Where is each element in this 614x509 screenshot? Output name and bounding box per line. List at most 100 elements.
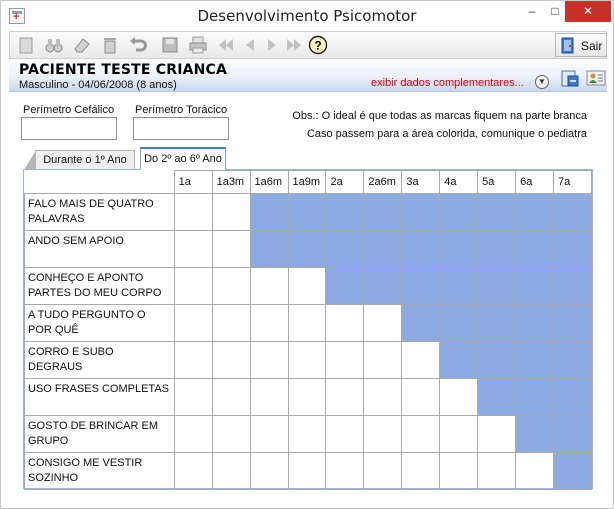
milestone-cell[interactable] xyxy=(173,267,213,305)
milestone-cell[interactable] xyxy=(249,452,289,490)
minimize-button[interactable]: – xyxy=(519,1,545,22)
milestone-cell[interactable] xyxy=(249,378,289,416)
milestone-cell[interactable] xyxy=(211,415,251,453)
milestone-cell[interactable] xyxy=(287,452,327,490)
patient-profile-icon[interactable] xyxy=(586,68,606,88)
milestone-cell-colored[interactable] xyxy=(249,230,289,268)
milestone-cell[interactable] xyxy=(325,304,365,342)
exit-button[interactable]: Sair xyxy=(555,33,607,57)
chevron-down-icon[interactable]: ▼ xyxy=(535,75,549,89)
milestone-cell-colored[interactable] xyxy=(439,304,479,342)
next-icon[interactable] xyxy=(262,35,282,55)
extra-data-link[interactable]: exibir dados complementares... xyxy=(371,77,524,89)
milestone-cell[interactable] xyxy=(249,267,289,305)
milestone-cell[interactable] xyxy=(211,378,251,416)
milestone-cell[interactable] xyxy=(211,230,251,268)
milestone-cell-colored[interactable] xyxy=(325,230,365,268)
milestone-cell-colored[interactable] xyxy=(515,267,554,305)
print-icon[interactable] xyxy=(188,35,208,55)
milestone-cell-colored[interactable] xyxy=(287,230,327,268)
milestone-cell[interactable] xyxy=(439,452,479,490)
binoculars-icon[interactable] xyxy=(44,35,64,55)
milestone-cell-colored[interactable] xyxy=(401,193,441,231)
milestone-cell-colored[interactable] xyxy=(325,267,365,305)
milestone-cell[interactable] xyxy=(211,341,251,379)
milestone-cell-colored[interactable] xyxy=(363,230,403,268)
head-circumference-input[interactable] xyxy=(21,117,117,140)
milestone-cell[interactable] xyxy=(173,341,213,379)
milestone-cell-colored[interactable] xyxy=(552,193,593,231)
close-button[interactable]: ✕ xyxy=(565,1,611,22)
milestone-cell-colored[interactable] xyxy=(515,230,554,268)
last-icon[interactable] xyxy=(284,35,304,55)
milestone-cell-colored[interactable] xyxy=(477,304,517,342)
milestone-cell[interactable] xyxy=(287,415,327,453)
milestone-cell-colored[interactable] xyxy=(477,378,517,416)
milestone-cell[interactable] xyxy=(401,341,441,379)
prev-icon[interactable] xyxy=(240,35,260,55)
milestone-cell-colored[interactable] xyxy=(363,193,403,231)
milestone-cell[interactable] xyxy=(249,415,289,453)
milestone-cell[interactable] xyxy=(363,452,403,490)
milestone-cell-colored[interactable] xyxy=(477,230,517,268)
new-icon[interactable] xyxy=(16,35,36,55)
milestone-cell-colored[interactable] xyxy=(287,193,327,231)
chest-circumference-input[interactable] xyxy=(133,117,229,140)
milestone-cell[interactable] xyxy=(173,193,213,231)
milestone-cell[interactable] xyxy=(287,267,327,305)
milestone-cell[interactable] xyxy=(173,378,213,416)
milestone-cell[interactable] xyxy=(325,415,365,453)
milestone-cell-colored[interactable] xyxy=(439,230,479,268)
milestone-cell-colored[interactable] xyxy=(325,193,365,231)
milestone-cell-colored[interactable] xyxy=(552,341,593,379)
milestone-cell-colored[interactable] xyxy=(552,415,593,453)
milestone-cell-colored[interactable] xyxy=(439,341,479,379)
milestone-cell[interactable] xyxy=(249,341,289,379)
milestone-cell-colored[interactable] xyxy=(401,304,441,342)
patient-card-icon[interactable] xyxy=(560,68,580,88)
milestone-cell[interactable] xyxy=(173,304,213,342)
milestone-cell[interactable] xyxy=(325,378,365,416)
milestone-cell[interactable] xyxy=(363,378,403,416)
milestone-cell[interactable] xyxy=(211,267,251,305)
milestone-cell-colored[interactable] xyxy=(363,267,403,305)
tab-first-year[interactable]: Durante o 1º Ano xyxy=(24,150,135,170)
milestone-cell[interactable] xyxy=(439,378,479,416)
milestone-cell-colored[interactable] xyxy=(552,230,593,268)
eraser-icon[interactable] xyxy=(72,35,92,55)
milestone-cell[interactable] xyxy=(477,452,517,490)
milestone-cell-colored[interactable] xyxy=(515,193,554,231)
milestone-cell[interactable] xyxy=(363,341,403,379)
milestone-cell[interactable] xyxy=(439,415,479,453)
milestone-cell-colored[interactable] xyxy=(552,378,593,416)
milestone-cell-colored[interactable] xyxy=(401,230,441,268)
milestone-cell[interactable] xyxy=(287,304,327,342)
milestone-cell[interactable] xyxy=(401,378,441,416)
milestone-cell-colored[interactable] xyxy=(249,193,289,231)
maximize-button[interactable]: □ xyxy=(545,1,565,22)
tab-second-to-sixth-year[interactable]: Do 2º ao 6º Ano xyxy=(140,147,226,170)
milestone-cell-colored[interactable] xyxy=(439,267,479,305)
undo-icon[interactable] xyxy=(128,35,148,55)
milestone-cell[interactable] xyxy=(173,230,213,268)
milestone-cell[interactable] xyxy=(287,341,327,379)
milestone-cell[interactable] xyxy=(211,304,251,342)
milestone-cell[interactable] xyxy=(173,415,213,453)
milestone-cell[interactable] xyxy=(401,415,441,453)
milestone-cell-colored[interactable] xyxy=(477,193,517,231)
milestone-cell[interactable] xyxy=(363,415,403,453)
trash-icon[interactable] xyxy=(100,35,120,55)
milestone-cell[interactable] xyxy=(325,341,365,379)
milestone-cell-colored[interactable] xyxy=(515,415,554,453)
milestone-cell[interactable] xyxy=(173,452,213,490)
milestone-cell[interactable] xyxy=(363,304,403,342)
first-icon[interactable] xyxy=(216,35,236,55)
milestone-cell[interactable] xyxy=(211,193,251,231)
milestone-cell-colored[interactable] xyxy=(515,378,554,416)
milestone-cell[interactable] xyxy=(515,452,554,490)
save-icon[interactable] xyxy=(160,35,180,55)
milestone-cell[interactable] xyxy=(401,452,441,490)
milestone-cell-colored[interactable] xyxy=(477,341,517,379)
milestone-cell-colored[interactable] xyxy=(401,267,441,305)
milestone-cell-colored[interactable] xyxy=(515,304,554,342)
